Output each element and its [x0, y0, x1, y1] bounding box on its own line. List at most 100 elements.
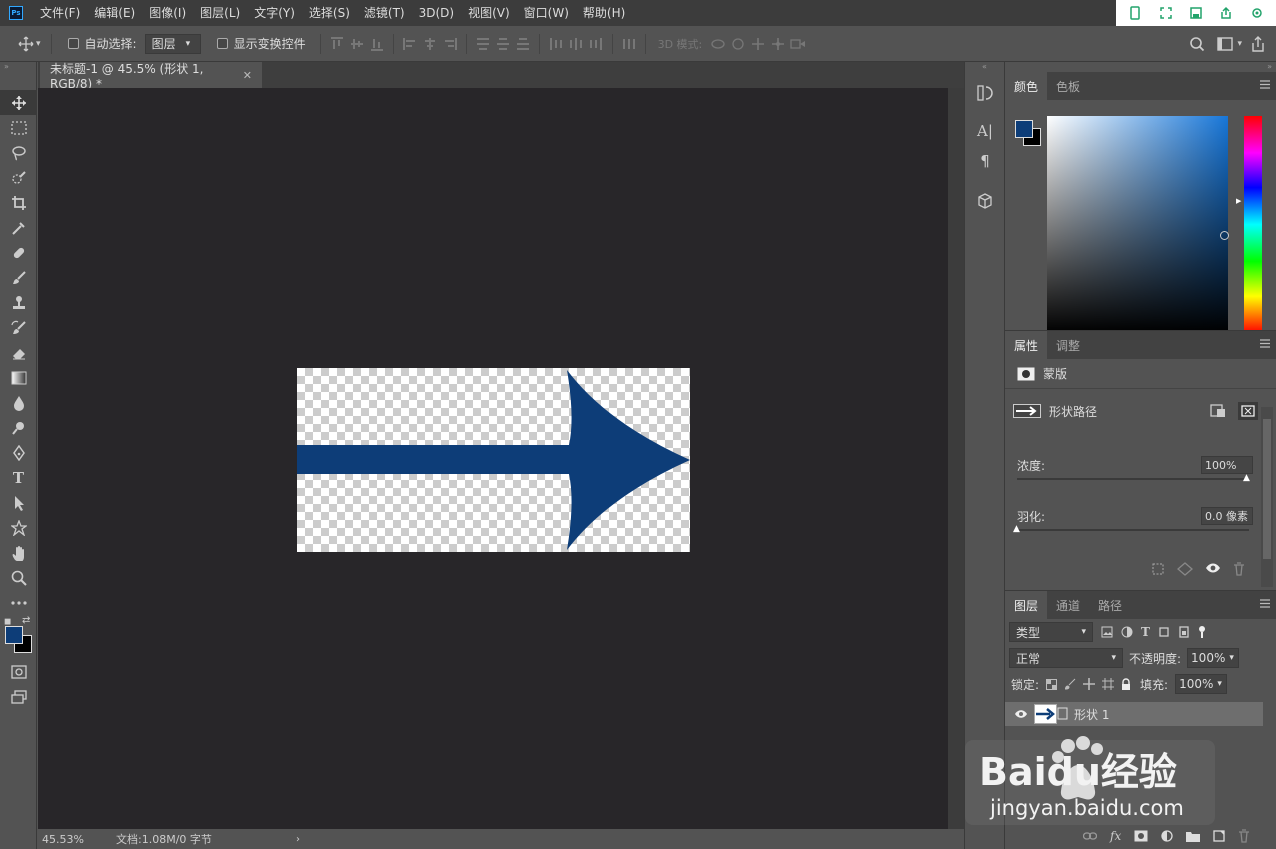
- collapse-arrows-icon[interactable]: »: [1005, 62, 1276, 72]
- lock-position-icon[interactable]: [1083, 678, 1096, 690]
- lock-pixels-icon[interactable]: [1064, 678, 1076, 690]
- distribute-hcenter-icon[interactable]: [566, 34, 586, 54]
- menu-filter[interactable]: 滤镜(T): [357, 0, 412, 26]
- menu-help[interactable]: 帮助(H): [576, 0, 632, 26]
- marquee-tool[interactable]: [0, 115, 37, 140]
- menu-window[interactable]: 窗口(W): [517, 0, 576, 26]
- scrollbar-thumb[interactable]: [1263, 419, 1271, 559]
- filter-pixel-icon[interactable]: [1101, 626, 1113, 638]
- chevron-right-icon[interactable]: ›: [296, 834, 300, 845]
- eraser-tool[interactable]: [0, 340, 37, 365]
- menu-layer[interactable]: 图层(L): [193, 0, 247, 26]
- chevron-down-icon[interactable]: ▾: [36, 39, 41, 49]
- collapse-arrows-icon[interactable]: »: [0, 62, 36, 72]
- menu-select[interactable]: 选择(S): [302, 0, 357, 26]
- 3d-pan-icon[interactable]: [748, 34, 768, 54]
- zoom-tool[interactable]: [0, 565, 37, 590]
- adjustment-layer-icon[interactable]: [1161, 830, 1173, 842]
- 3d-orbit-icon[interactable]: [708, 34, 728, 54]
- lasso-tool[interactable]: [0, 140, 37, 165]
- clone-stamp-tool[interactable]: [0, 290, 37, 315]
- quick-selection-tool[interactable]: [0, 165, 37, 190]
- feather-slider-handle[interactable]: ▲: [1013, 524, 1020, 534]
- tab-properties[interactable]: 属性: [1005, 331, 1048, 359]
- menu-view[interactable]: 视图(V): [461, 0, 517, 26]
- new-layer-icon[interactable]: [1213, 830, 1225, 842]
- workspace-icon[interactable]: [1215, 34, 1235, 54]
- 3d-roll-icon[interactable]: [728, 34, 748, 54]
- menu-3d[interactable]: 3D(D): [412, 0, 461, 26]
- filter-adjustment-icon[interactable]: [1121, 626, 1133, 638]
- share-icon[interactable]: [1218, 5, 1234, 21]
- panel-foreground-swatch[interactable]: [1015, 120, 1033, 138]
- quick-mask-icon[interactable]: [0, 659, 37, 684]
- chevron-down-icon[interactable]: ▾: [1237, 39, 1242, 49]
- screen-mode-icon[interactable]: [0, 684, 37, 709]
- move-tool[interactable]: [0, 90, 37, 115]
- filter-type-icon[interactable]: T: [1141, 625, 1150, 639]
- hand-tool[interactable]: [0, 540, 37, 565]
- menu-edit[interactable]: 编辑(E): [87, 0, 142, 26]
- layer-style-fx-icon[interactable]: fx: [1110, 829, 1121, 843]
- properties-scrollbar[interactable]: [1261, 407, 1273, 587]
- new-group-icon[interactable]: [1186, 830, 1201, 842]
- paragraph-panel-icon[interactable]: ¶: [965, 146, 1005, 176]
- tab-layers[interactable]: 图层: [1005, 591, 1048, 619]
- density-slider-handle[interactable]: ▲: [1243, 473, 1250, 483]
- align-vcenter-icon[interactable]: [347, 34, 367, 54]
- link-layers-icon[interactable]: [1083, 832, 1097, 840]
- delete-layer-icon[interactable]: [1238, 829, 1250, 843]
- align-top-icon[interactable]: [327, 34, 347, 54]
- history-panel-icon[interactable]: [965, 78, 1005, 108]
- move-tool-icon[interactable]: [16, 34, 36, 54]
- distribute-right-icon[interactable]: [586, 34, 606, 54]
- add-mask-icon[interactable]: [1134, 830, 1148, 842]
- auto-select-dropdown[interactable]: 图层 ▾: [144, 33, 201, 54]
- delete-mask-icon[interactable]: [1233, 562, 1245, 576]
- eyedropper-tool[interactable]: [0, 215, 37, 240]
- load-selection-icon[interactable]: [1151, 562, 1165, 576]
- 3d-panel-icon[interactable]: [965, 186, 1005, 216]
- character-panel-icon[interactable]: A|: [965, 116, 1005, 146]
- 3d-slide-icon[interactable]: [768, 34, 788, 54]
- fill-input[interactable]: 100% ▾: [1175, 674, 1228, 694]
- tab-paths[interactable]: 路径: [1089, 591, 1131, 619]
- select-mask-icon[interactable]: [1238, 402, 1258, 420]
- eye-icon[interactable]: [1014, 709, 1028, 719]
- visibility-icon[interactable]: [1205, 562, 1221, 576]
- hue-slider-handle[interactable]: ▶: [1236, 197, 1241, 205]
- filter-toggle-icon[interactable]: [1198, 625, 1206, 639]
- tab-swatches[interactable]: 色板: [1047, 72, 1089, 100]
- pen-tool[interactable]: [0, 440, 37, 465]
- density-input[interactable]: 100%: [1201, 456, 1253, 474]
- add-vector-mask-icon[interactable]: [1210, 404, 1226, 418]
- dodge-tool[interactable]: [0, 415, 37, 440]
- type-tool[interactable]: T: [0, 465, 37, 490]
- auto-align-icon[interactable]: [619, 34, 639, 54]
- settings-icon[interactable]: [1249, 5, 1265, 21]
- 3d-scale-icon[interactable]: [788, 34, 808, 54]
- distribute-vcenter-icon[interactable]: [493, 34, 513, 54]
- align-left-icon[interactable]: [400, 34, 420, 54]
- zoom-level[interactable]: 45.53%: [38, 833, 86, 846]
- tab-color[interactable]: 颜色: [1005, 72, 1048, 100]
- opacity-input[interactable]: 100% ▾: [1187, 648, 1240, 668]
- lock-artboard-icon[interactable]: [1102, 678, 1115, 690]
- color-picker-cursor[interactable]: [1220, 231, 1229, 240]
- custom-shape-tool[interactable]: [0, 515, 37, 540]
- menu-image[interactable]: 图像(I): [142, 0, 193, 26]
- vertical-scrollbar[interactable]: [948, 88, 964, 829]
- show-transform-checkbox[interactable]: [216, 38, 228, 49]
- share-export-icon[interactable]: [1248, 34, 1268, 54]
- device-icon[interactable]: [1127, 5, 1143, 21]
- save-icon[interactable]: [1188, 5, 1204, 21]
- tab-adjustments[interactable]: 调整: [1047, 331, 1089, 359]
- lock-transparency-icon[interactable]: [1046, 678, 1058, 690]
- align-hcenter-icon[interactable]: [420, 34, 440, 54]
- close-icon[interactable]: ✕: [243, 69, 252, 82]
- feather-slider[interactable]: [1017, 529, 1249, 531]
- panel-menu-icon[interactable]: [1260, 80, 1270, 90]
- filter-smart-object-icon[interactable]: [1178, 626, 1190, 638]
- gradient-tool[interactable]: [0, 365, 37, 390]
- layer-name[interactable]: 形状 1: [1074, 706, 1109, 723]
